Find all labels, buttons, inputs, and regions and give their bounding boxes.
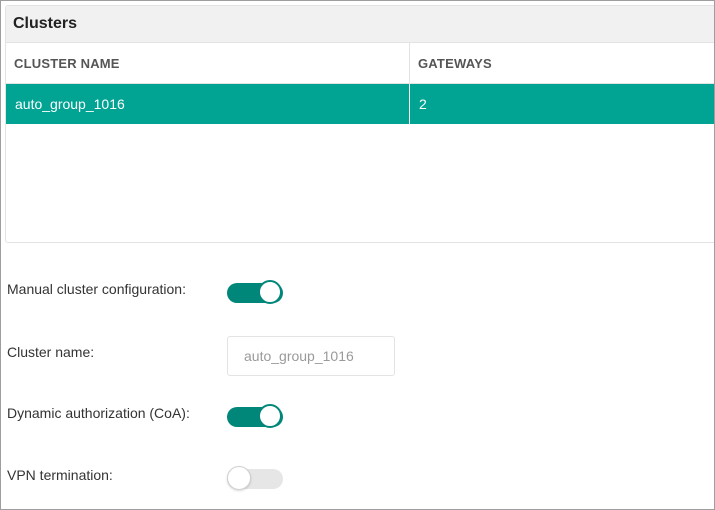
cluster-name-label: Cluster name: — [7, 344, 95, 360]
toggle-knob — [227, 466, 251, 490]
cluster-name-input[interactable] — [227, 336, 395, 376]
clusters-panel-title: Clusters — [6, 6, 714, 43]
manual-cluster-configuration-toggle[interactable] — [227, 280, 285, 306]
clusters-table-header: CLUSTER NAME GATEWAYS — [6, 43, 714, 84]
clusters-table: CLUSTER NAME GATEWAYS auto_group_1016 2 — [6, 43, 714, 124]
table-row[interactable]: auto_group_1016 2 — [6, 84, 714, 124]
cluster-settings-frame: Clusters CLUSTER NAME GATEWAYS auto_grou… — [0, 0, 715, 510]
cell-cluster-name: auto_group_1016 — [6, 84, 410, 124]
cell-gateways: 2 — [419, 96, 427, 112]
dynamic-authorization-label: Dynamic authorization (CoA): — [7, 405, 190, 421]
toggle-knob — [258, 404, 282, 428]
column-header-cluster-name[interactable]: CLUSTER NAME — [6, 43, 410, 83]
column-header-gateways[interactable]: GATEWAYS — [410, 43, 714, 83]
manual-cluster-configuration-label: Manual cluster configuration: — [7, 281, 186, 297]
vpn-termination-toggle[interactable] — [227, 466, 285, 492]
vpn-termination-label: VPN termination: — [7, 467, 113, 483]
toggle-knob — [258, 280, 282, 304]
dynamic-authorization-toggle[interactable] — [227, 404, 285, 430]
clusters-panel: Clusters CLUSTER NAME GATEWAYS auto_grou… — [5, 5, 714, 243]
